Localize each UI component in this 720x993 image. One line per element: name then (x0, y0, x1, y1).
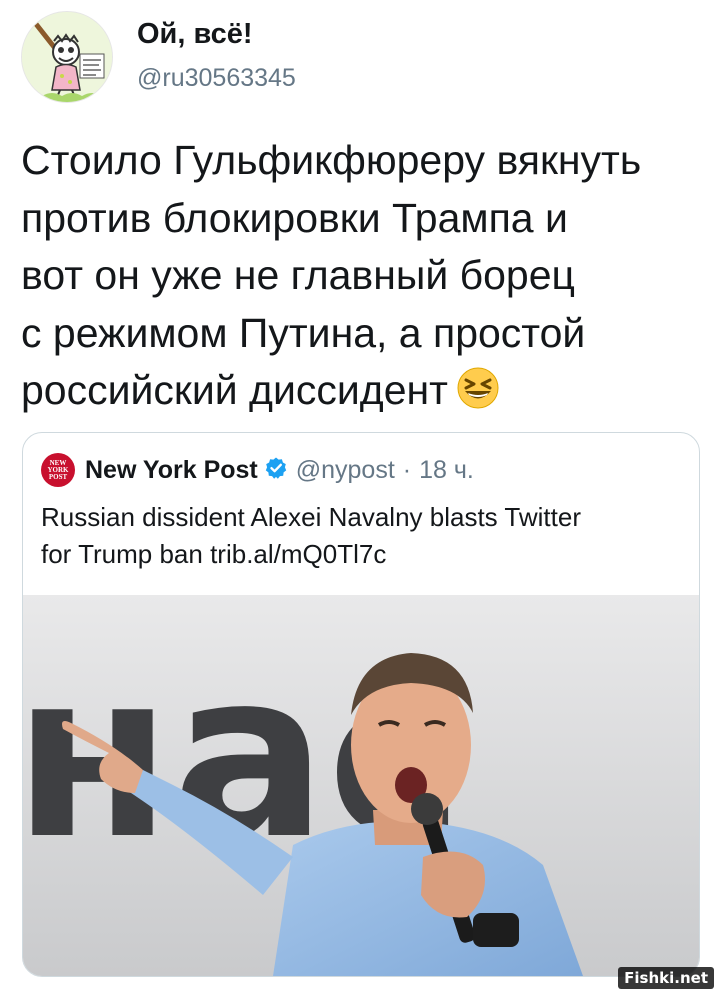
cartoon-avatar-icon (22, 12, 112, 102)
verified-badge-icon (264, 456, 288, 485)
tweet-text-line: российский диссидент (21, 367, 448, 413)
separator-dot: · (402, 455, 412, 484)
author-avatar[interactable] (21, 11, 113, 103)
tweet-text-line: против блокировки Трампа и (21, 194, 568, 241)
grinning-squinting-face-emoji-icon (456, 366, 500, 426)
quoted-author-handle[interactable]: @nypost (296, 456, 395, 485)
quoted-tweet-photo[interactable]: нас (23, 595, 699, 976)
author-handle[interactable]: @ru30563345 (137, 64, 296, 93)
tweet-text-line: с режимом Путина, а простой (21, 309, 586, 356)
quoted-author-name[interactable]: New York Post (85, 456, 258, 485)
nypost-logo-icon: NEW YORK POST (47, 458, 69, 481)
quoted-tweet-time[interactable]: 18 ч. (419, 456, 474, 485)
quoted-tweet-header: NEW YORK POST New York Post @nypost · 18 ч… (41, 453, 474, 487)
quoted-tweet-text: Russian dissident Alexei Navalny blasts … (41, 499, 691, 573)
news-photo-image: нас (23, 595, 699, 976)
author-display-name[interactable]: Ой, всё! (137, 18, 253, 51)
quoted-tweet-text-line: Russian dissident Alexei Navalny blasts … (41, 502, 581, 532)
quoted-tweet-text-line: for Trump ban trib.al/mQ0Tl7c (41, 539, 387, 569)
tweet-text-line-last: российский диссидент (21, 362, 711, 426)
site-watermark: Fishki.net (618, 967, 714, 989)
quoted-tweet-card[interactable]: NEW YORK POST New York Post @nypost · 18 ч… (22, 432, 700, 977)
nypost-avatar[interactable]: NEW YORK POST (41, 453, 75, 487)
tweet-text-line: Стоило Гульфикфюреру вякнуть (21, 137, 642, 183)
tweet-text: Стоило Гульфикфюреру вякнуть против блок… (21, 132, 711, 426)
tweet-text-line: вот он уже не главный борец (21, 252, 575, 298)
